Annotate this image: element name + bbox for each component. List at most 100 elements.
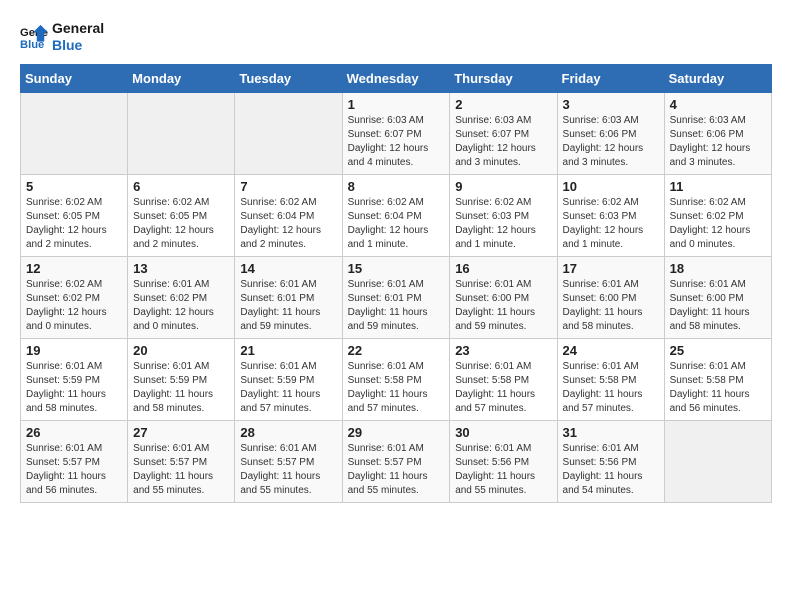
day-number: 3: [563, 97, 659, 112]
day-number: 31: [563, 425, 659, 440]
calendar-cell: 27 Sunrise: 6:01 AM Sunset: 5:57 PM Dayli…: [128, 420, 235, 502]
day-info: Sunrise: 6:02 AM Sunset: 6:03 PM Dayligh…: [455, 196, 551, 252]
calendar-cell: 20 Sunrise: 6:01 AM Sunset: 5:59 PM Dayli…: [128, 338, 235, 420]
day-info: Sunrise: 6:01 AM Sunset: 5:57 PM Dayligh…: [240, 442, 336, 498]
week-row-1: 1 Sunrise: 6:03 AM Sunset: 6:07 PM Daylig…: [21, 92, 772, 174]
day-info: Sunrise: 6:03 AM Sunset: 6:06 PM Dayligh…: [670, 114, 766, 170]
day-number: 25: [670, 343, 766, 358]
day-number: 9: [455, 179, 551, 194]
calendar-cell: 1 Sunrise: 6:03 AM Sunset: 6:07 PM Daylig…: [342, 92, 450, 174]
day-number: 26: [26, 425, 122, 440]
day-number: 27: [133, 425, 229, 440]
calendar-cell: 29Sunrise: 6:01 AM Sunset: 5:57 PM Dayli…: [342, 420, 450, 502]
calendar-cell: 11 Sunrise: 6:02 AM Sunset: 6:02 PM Dayli…: [664, 174, 771, 256]
day-info: Sunrise: 6:02 AM Sunset: 6:02 PM Dayligh…: [26, 278, 122, 334]
day-number: 13: [133, 261, 229, 276]
day-info: Sunrise: 6:01 AM Sunset: 6:01 PM Dayligh…: [240, 278, 336, 334]
calendar-cell: 8Sunrise: 6:02 AM Sunset: 6:04 PM Daylig…: [342, 174, 450, 256]
day-info: Sunrise: 6:03 AM Sunset: 6:07 PM Dayligh…: [455, 114, 551, 170]
calendar-cell: [21, 92, 128, 174]
calendar-cell: 10 Sunrise: 6:02 AM Sunset: 6:03 PM Dayli…: [557, 174, 664, 256]
calendar-cell: 4 Sunrise: 6:03 AM Sunset: 6:06 PM Daylig…: [664, 92, 771, 174]
day-number: 29: [348, 425, 445, 440]
weekday-header-sunday: Sunday: [21, 64, 128, 92]
day-info: Sunrise: 6:01 AM Sunset: 6:02 PM Dayligh…: [133, 278, 229, 334]
calendar-body: 1 Sunrise: 6:03 AM Sunset: 6:07 PM Daylig…: [21, 92, 772, 502]
day-number: 19: [26, 343, 122, 358]
day-info: Sunrise: 6:01 AM Sunset: 5:56 PM Dayligh…: [455, 442, 551, 498]
weekday-header-row: SundayMondayTuesdayWednesdayThursdayFrid…: [21, 64, 772, 92]
day-number: 12: [26, 261, 122, 276]
weekday-header-tuesday: Tuesday: [235, 64, 342, 92]
day-info: Sunrise: 6:01 AM Sunset: 5:58 PM Dayligh…: [348, 360, 445, 416]
calendar-cell: 25 Sunrise: 6:01 AM Sunset: 5:58 PM Dayli…: [664, 338, 771, 420]
day-info: Sunrise: 6:01 AM Sunset: 5:56 PM Dayligh…: [563, 442, 659, 498]
header: General Blue General Blue: [20, 20, 772, 54]
day-number: 1: [348, 97, 445, 112]
day-info: Sunrise: 6:01 AM Sunset: 6:00 PM Dayligh…: [670, 278, 766, 334]
day-number: 23: [455, 343, 551, 358]
day-info: Sunrise: 6:01 AM Sunset: 5:59 PM Dayligh…: [240, 360, 336, 416]
day-number: 5: [26, 179, 122, 194]
calendar-cell: 16 Sunrise: 6:01 AM Sunset: 6:00 PM Dayli…: [450, 256, 557, 338]
week-row-4: 19 Sunrise: 6:01 AM Sunset: 5:59 PM Dayli…: [21, 338, 772, 420]
week-row-2: 5 Sunrise: 6:02 AM Sunset: 6:05 PM Daylig…: [21, 174, 772, 256]
day-info: Sunrise: 6:01 AM Sunset: 5:57 PM Dayligh…: [26, 442, 122, 498]
calendar-cell: 13 Sunrise: 6:01 AM Sunset: 6:02 PM Dayli…: [128, 256, 235, 338]
calendar-cell: 3 Sunrise: 6:03 AM Sunset: 6:06 PM Daylig…: [557, 92, 664, 174]
calendar-cell: 19Sunrise: 6:01 AM Sunset: 5:59 PM Dayli…: [21, 338, 128, 420]
day-info: Sunrise: 6:01 AM Sunset: 6:00 PM Dayligh…: [563, 278, 659, 334]
weekday-header-monday: Monday: [128, 64, 235, 92]
weekday-header-thursday: Thursday: [450, 64, 557, 92]
calendar-cell: [235, 92, 342, 174]
calendar-cell: 26 Sunrise: 6:01 AM Sunset: 5:57 PM Dayli…: [21, 420, 128, 502]
day-info: Sunrise: 6:01 AM Sunset: 6:00 PM Dayligh…: [455, 278, 551, 334]
day-number: 15: [348, 261, 445, 276]
calendar-cell: 30 Sunrise: 6:01 AM Sunset: 5:56 PM Dayli…: [450, 420, 557, 502]
week-row-3: 12 Sunrise: 6:02 AM Sunset: 6:02 PM Dayli…: [21, 256, 772, 338]
day-info: Sunrise: 6:03 AM Sunset: 6:07 PM Dayligh…: [348, 114, 445, 170]
weekday-header-saturday: Saturday: [664, 64, 771, 92]
day-info: Sunrise: 6:02 AM Sunset: 6:03 PM Dayligh…: [563, 196, 659, 252]
day-info: Sunrise: 6:02 AM Sunset: 6:04 PM Dayligh…: [240, 196, 336, 252]
calendar-cell: 6 Sunrise: 6:02 AM Sunset: 6:05 PM Daylig…: [128, 174, 235, 256]
day-info: Sunrise: 6:01 AM Sunset: 5:58 PM Dayligh…: [670, 360, 766, 416]
day-info: Sunrise: 6:02 AM Sunset: 6:05 PM Dayligh…: [26, 196, 122, 252]
calendar-cell: 24Sunrise: 6:01 AM Sunset: 5:58 PM Dayli…: [557, 338, 664, 420]
weekday-header-friday: Friday: [557, 64, 664, 92]
calendar-cell: 21Sunrise: 6:01 AM Sunset: 5:59 PM Dayli…: [235, 338, 342, 420]
calendar-cell: 28 Sunrise: 6:01 AM Sunset: 5:57 PM Dayli…: [235, 420, 342, 502]
day-info: Sunrise: 6:01 AM Sunset: 5:58 PM Dayligh…: [563, 360, 659, 416]
day-info: Sunrise: 6:01 AM Sunset: 6:01 PM Dayligh…: [348, 278, 445, 334]
day-info: Sunrise: 6:01 AM Sunset: 5:57 PM Dayligh…: [133, 442, 229, 498]
calendar: SundayMondayTuesdayWednesdayThursdayFrid…: [20, 64, 772, 503]
calendar-cell: 12 Sunrise: 6:02 AM Sunset: 6:02 PM Dayli…: [21, 256, 128, 338]
day-number: 4: [670, 97, 766, 112]
day-number: 22: [348, 343, 445, 358]
calendar-header: SundayMondayTuesdayWednesdayThursdayFrid…: [21, 64, 772, 92]
day-number: 11: [670, 179, 766, 194]
calendar-cell: 15 Sunrise: 6:01 AM Sunset: 6:01 PM Dayli…: [342, 256, 450, 338]
day-info: Sunrise: 6:02 AM Sunset: 6:05 PM Dayligh…: [133, 196, 229, 252]
calendar-cell: 7 Sunrise: 6:02 AM Sunset: 6:04 PM Daylig…: [235, 174, 342, 256]
day-number: 28: [240, 425, 336, 440]
day-info: Sunrise: 6:02 AM Sunset: 6:02 PM Dayligh…: [670, 196, 766, 252]
calendar-cell: 18Sunrise: 6:01 AM Sunset: 6:00 PM Dayli…: [664, 256, 771, 338]
day-number: 10: [563, 179, 659, 194]
day-number: 16: [455, 261, 551, 276]
calendar-cell: [664, 420, 771, 502]
day-info: Sunrise: 6:03 AM Sunset: 6:06 PM Dayligh…: [563, 114, 659, 170]
day-info: Sunrise: 6:01 AM Sunset: 5:59 PM Dayligh…: [133, 360, 229, 416]
calendar-cell: [128, 92, 235, 174]
logo: General Blue General Blue: [20, 20, 104, 54]
calendar-cell: 14Sunrise: 6:01 AM Sunset: 6:01 PM Dayli…: [235, 256, 342, 338]
day-number: 20: [133, 343, 229, 358]
day-number: 17: [563, 261, 659, 276]
day-number: 30: [455, 425, 551, 440]
calendar-cell: 22 Sunrise: 6:01 AM Sunset: 5:58 PM Dayli…: [342, 338, 450, 420]
logo-icon: General Blue: [20, 23, 48, 51]
day-number: 7: [240, 179, 336, 194]
day-number: 8: [348, 179, 445, 194]
week-row-5: 26 Sunrise: 6:01 AM Sunset: 5:57 PM Dayli…: [21, 420, 772, 502]
day-number: 6: [133, 179, 229, 194]
